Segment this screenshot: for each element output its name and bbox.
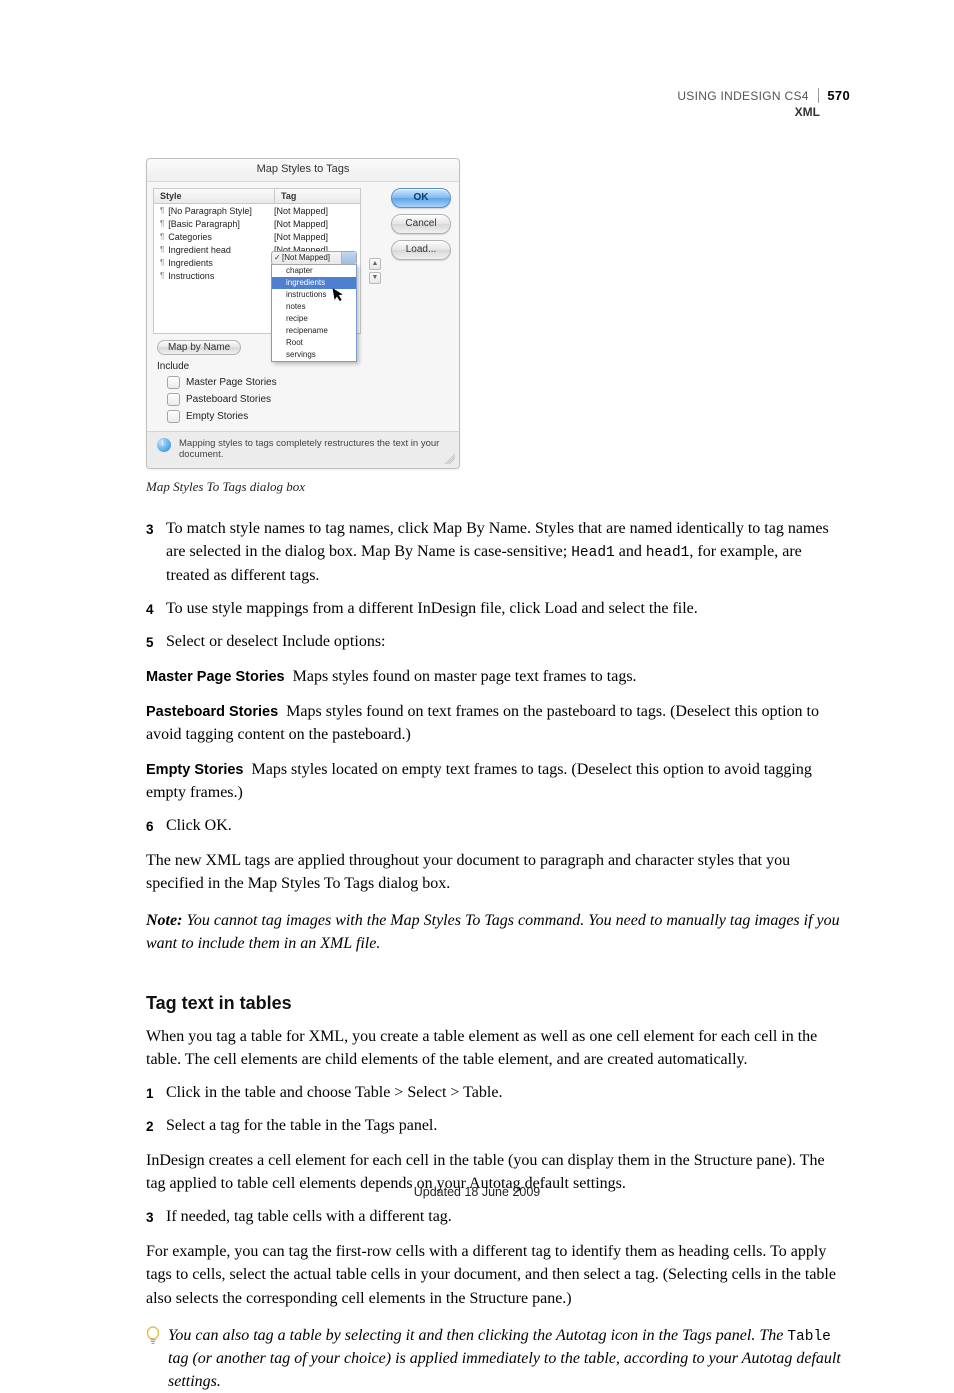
dropdown-option[interactable]: servings bbox=[272, 349, 356, 361]
tag-dropdown[interactable]: [Not Mapped] chapter ingredients instruc… bbox=[271, 264, 357, 362]
checkbox-empty-stories[interactable]: Empty Stories bbox=[167, 410, 449, 423]
ok-button[interactable]: OK bbox=[391, 188, 451, 208]
dropdown-option[interactable]: recipe bbox=[272, 313, 356, 325]
step-number: 3 bbox=[146, 1205, 166, 1228]
resize-grip-icon[interactable] bbox=[445, 454, 455, 464]
load-button[interactable]: Load... bbox=[391, 240, 451, 260]
step-text: Click in the table and choose Table > Se… bbox=[166, 1081, 846, 1104]
paragraph-icon: ¶ bbox=[160, 219, 164, 228]
step-text: Select a tag for the table in the Tags p… bbox=[166, 1114, 846, 1137]
page-footer: Updated 18 June 2009 bbox=[0, 1185, 954, 1199]
checkbox-icon bbox=[167, 410, 180, 423]
doc-title: USING INDESIGN CS4 bbox=[677, 89, 808, 103]
heading-tag-text-in-tables: Tag text in tables bbox=[146, 991, 846, 1017]
step-number: 1 bbox=[146, 1081, 166, 1104]
step-text: Select or deselect Include options: bbox=[166, 630, 846, 653]
column-header-style: Style bbox=[154, 189, 275, 203]
step-number: 4 bbox=[146, 597, 166, 620]
running-header: USING INDESIGN CS4 570 XML bbox=[677, 88, 850, 119]
cancel-button[interactable]: Cancel bbox=[391, 214, 451, 234]
step-number: 3 bbox=[146, 517, 166, 587]
body-paragraph: The new XML tags are applied throughout … bbox=[146, 849, 846, 895]
checkbox-icon bbox=[167, 393, 180, 406]
scroll-up-icon[interactable]: ▲ bbox=[369, 258, 381, 270]
step-text: If needed, tag table cells with a differ… bbox=[166, 1205, 846, 1228]
step-text: To match style names to tag names, click… bbox=[166, 517, 846, 587]
dialog-map-styles-to-tags: Map Styles to Tags Style Tag ¶[No Paragr… bbox=[146, 158, 460, 469]
body-paragraph: For example, you can tag the first-row c… bbox=[146, 1240, 846, 1309]
checkbox-icon bbox=[167, 376, 180, 389]
paragraph-icon: ¶ bbox=[160, 232, 164, 241]
tip: You can also tag a table by selecting it… bbox=[146, 1324, 846, 1393]
lightbulb-icon bbox=[146, 1324, 160, 1393]
scroll-down-icon[interactable]: ▼ bbox=[369, 272, 381, 284]
info-icon bbox=[157, 438, 171, 452]
dialog-title: Map Styles to Tags bbox=[147, 159, 459, 182]
checkbox-master-page-stories[interactable]: Master Page Stories bbox=[167, 376, 449, 389]
dropdown-selected[interactable]: [Not Mapped] bbox=[271, 251, 357, 265]
body-paragraph: When you tag a table for XML, you create… bbox=[146, 1025, 846, 1071]
column-header-tag: Tag bbox=[275, 189, 360, 203]
map-by-name-button[interactable]: Map by Name bbox=[157, 340, 241, 355]
step-text: Click OK. bbox=[166, 814, 846, 837]
include-label: Include bbox=[157, 361, 449, 372]
dropdown-option[interactable]: recipename bbox=[272, 325, 356, 337]
list-row: ¶[No Paragraph Style][Not Mapped] bbox=[154, 204, 360, 217]
figure-caption: Map Styles To Tags dialog box bbox=[146, 479, 846, 495]
style-tag-listbox[interactable]: Style Tag ¶[No Paragraph Style][Not Mapp… bbox=[153, 188, 361, 334]
paragraph-icon: ¶ bbox=[160, 258, 164, 267]
option-pasteboard-stories: Pasteboard Stories Maps styles found on … bbox=[146, 700, 846, 746]
step-number: 6 bbox=[146, 814, 166, 837]
checkbox-pasteboard-stories[interactable]: Pasteboard Stories bbox=[167, 393, 449, 406]
scroll-controls: ▲ ▼ bbox=[369, 258, 383, 284]
paragraph-icon: ¶ bbox=[160, 271, 164, 280]
dialog-footer-message: Mapping styles to tags completely restru… bbox=[179, 438, 449, 460]
section-name: XML bbox=[677, 105, 820, 119]
option-empty-stories: Empty Stories Maps styles located on emp… bbox=[146, 758, 846, 804]
list-row: ¶[Basic Paragraph][Not Mapped] bbox=[154, 217, 360, 230]
paragraph-icon: ¶ bbox=[160, 206, 164, 215]
page-number: 570 bbox=[818, 88, 850, 103]
option-master-page-stories: Master Page Stories Maps styles found on… bbox=[146, 665, 846, 688]
list-row: ¶Categories[Not Mapped] bbox=[154, 230, 360, 243]
step-text: To use style mappings from a different I… bbox=[166, 597, 846, 620]
dropdown-option[interactable]: Root bbox=[272, 337, 356, 349]
dropdown-option[interactable]: chapter bbox=[272, 265, 356, 277]
paragraph-icon: ¶ bbox=[160, 245, 164, 254]
step-number: 5 bbox=[146, 630, 166, 653]
note: Note: You cannot tag images with the Map… bbox=[146, 909, 846, 955]
step-number: 2 bbox=[146, 1114, 166, 1137]
